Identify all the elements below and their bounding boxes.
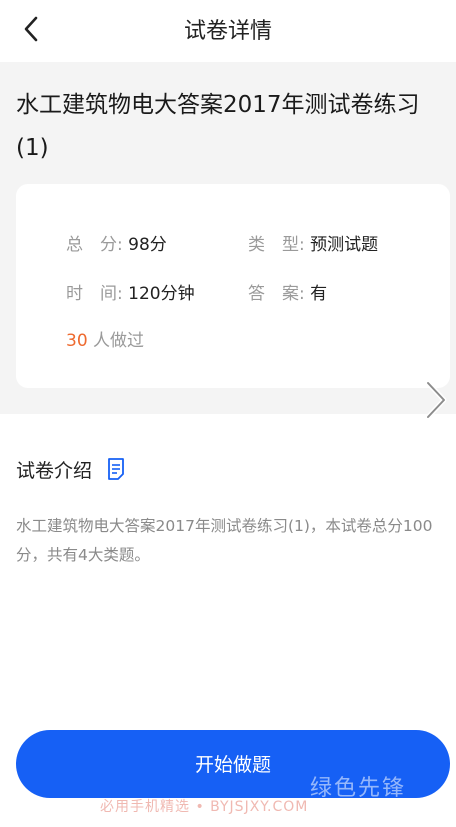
- intro-heading: 试卷介绍: [16, 460, 93, 482]
- exam-type-value: 预测试题: [310, 235, 379, 255]
- top-bar: 试卷详情: [0, 0, 456, 56]
- answer-row: 答 案: 有: [248, 279, 327, 304]
- exam-type-label: 类 型:: [248, 235, 305, 255]
- chevron-right-icon[interactable]: [420, 378, 450, 422]
- duration-row: 时 间: 120分钟: [66, 279, 195, 304]
- exam-type-row: 类 型: 预测试题: [248, 230, 378, 255]
- total-score-value: 98分: [128, 235, 167, 255]
- attempt-count: 30 人做过: [66, 326, 144, 351]
- answer-value: 有: [310, 284, 328, 304]
- document-icon: [108, 458, 124, 480]
- total-score-label: 总 分:: [66, 235, 123, 255]
- watermark-brand: 绿色先锋: [310, 776, 407, 801]
- page-title: 试卷详情: [183, 19, 272, 44]
- intro-text: 水工建筑物电大答案2017年测试卷练习(1)，本试卷总分100分，共有4大类题。: [16, 517, 433, 564]
- attempt-count-number: 30: [66, 331, 88, 351]
- attempt-count-suffix: 人做过: [93, 331, 145, 351]
- exam-title: 水工建筑物电大答案2017年测试卷练习(1): [16, 92, 420, 161]
- watermark-caption: 必用手机精选 • BYJSJXY.COM: [100, 799, 309, 815]
- duration-value: 120分钟: [128, 284, 195, 304]
- duration-label: 时 间:: [66, 284, 123, 304]
- total-score-row: 总 分: 98分: [66, 230, 167, 255]
- answer-label: 答 案:: [248, 284, 305, 304]
